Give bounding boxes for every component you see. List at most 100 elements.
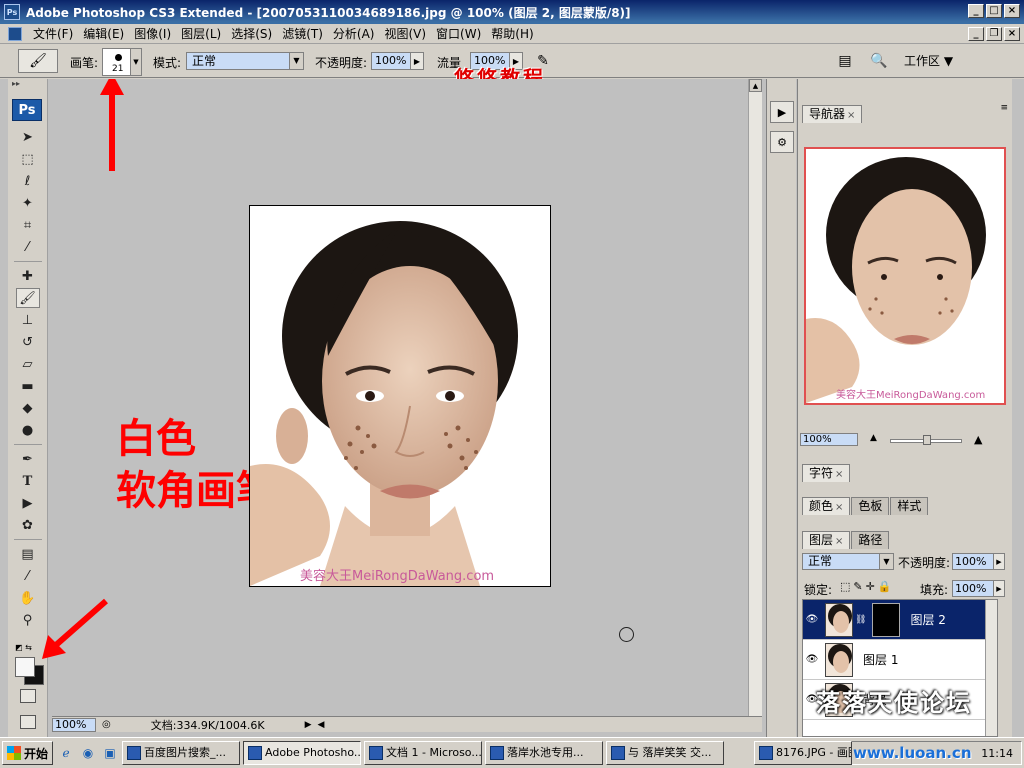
- navigator-zoom-field[interactable]: 100%: [800, 433, 858, 446]
- play-actions-icon[interactable]: ▶: [770, 101, 794, 123]
- mode-select[interactable]: 正常 ▼: [186, 52, 304, 70]
- link-icon[interactable]: ⛓: [855, 615, 866, 625]
- lock-icons: ⬚✎✛🔒: [840, 580, 895, 593]
- brush-picker[interactable]: 21 ▼: [102, 48, 142, 76]
- navigator-thumbnail[interactable]: 美容大王MeiRongDaWang.com: [804, 147, 1006, 405]
- menu-layer[interactable]: 图层(L): [176, 25, 226, 42]
- document-size: 文档:334.9K/1004.6K: [150, 718, 265, 732]
- tab-styles[interactable]: 样式: [890, 497, 929, 515]
- menu-help[interactable]: 帮助(H): [486, 25, 538, 42]
- chat-icon: [490, 746, 505, 760]
- menu-view[interactable]: 视图(V): [379, 25, 431, 42]
- menu-window[interactable]: 窗口(W): [431, 25, 486, 42]
- blend-mode-select[interactable]: 正常 ▼: [802, 553, 894, 570]
- tab-swatches[interactable]: 色板: [851, 497, 890, 515]
- document-icon[interactable]: [8, 26, 22, 41]
- zoom-in-icon[interactable]: ▲: [974, 433, 982, 446]
- blend-mode-value: 正常: [808, 554, 833, 568]
- windows-logo-icon: [7, 746, 21, 760]
- palette-well-icon[interactable]: ▤: [834, 50, 856, 72]
- status-menu-button[interactable]: ▶: [305, 720, 312, 730]
- close-icon[interactable]: ×: [835, 469, 843, 480]
- opacity-field[interactable]: 100%: [371, 52, 411, 70]
- fill-slider-button[interactable]: ▶: [993, 580, 1005, 597]
- tab-paths[interactable]: 路径: [851, 531, 890, 549]
- minimize-button[interactable]: _: [968, 4, 984, 18]
- chat-icon: [611, 746, 626, 760]
- bridge-search-icon[interactable]: 🔍: [868, 50, 890, 72]
- doc-restore-button[interactable]: ❐: [986, 27, 1002, 41]
- portrait-photo: [250, 221, 518, 586]
- task-button-baidu[interactable]: 百度图片搜索_...: [122, 741, 241, 765]
- lock-all-icon[interactable]: 🔒: [878, 580, 895, 593]
- brush-tool-icon: 🖌: [29, 53, 47, 69]
- doc-minimize-button[interactable]: _: [968, 27, 984, 41]
- menu-analysis[interactable]: 分析(A): [328, 25, 380, 42]
- slider-knob[interactable]: [923, 435, 931, 445]
- menu-image[interactable]: 图像(I): [129, 25, 176, 42]
- navigator-watermark: 美容大王MeiRongDaWang.com: [836, 390, 986, 401]
- scroll-up-icon[interactable]: ▲: [749, 79, 762, 92]
- eye-icon[interactable]: 👁: [803, 614, 821, 625]
- opacity-slider-button[interactable]: ▶: [410, 52, 424, 70]
- layer-row[interactable]: 👁 ⛓ 图层 2: [803, 600, 997, 640]
- menu-edit[interactable]: 编辑(E): [78, 25, 129, 42]
- menu-filter[interactable]: 滤镜(T): [277, 25, 328, 42]
- doc-close-button[interactable]: ×: [1004, 27, 1020, 41]
- layer-opacity-slider-button[interactable]: ▶: [993, 553, 1005, 570]
- lock-transparency-icon[interactable]: ⬚: [840, 580, 853, 593]
- site-url-watermark: www.luoan.cn: [853, 744, 972, 762]
- zoom-field[interactable]: 100%: [52, 717, 96, 732]
- lock-pixels-icon[interactable]: ✎: [853, 580, 865, 593]
- task-button-conversation[interactable]: 与 落岸笑笑 交...: [606, 741, 725, 765]
- fill-label: 填充:: [920, 583, 949, 597]
- chevron-down-icon[interactable]: ▼: [130, 49, 141, 75]
- task-label: 文档 1 - Microso...: [386, 746, 482, 759]
- panel-menu-icon[interactable]: ≡: [1000, 103, 1008, 113]
- workspace: ▸▸ Ps ➤ ⬚ ℓ ✦ ⌗ ⁄ ✚ 🖌 ⊥ ↺ ▱ ▬ ◆ ● ✒ T ▶ …: [0, 79, 1024, 737]
- color-tab-row: 颜色 × 色板 样式: [798, 493, 1013, 515]
- task-button-paint[interactable]: 8176.JPG - 画图: [754, 741, 852, 765]
- task-button-photoshop[interactable]: Adobe Photosho...: [243, 741, 362, 765]
- screen-mode-button[interactable]: [20, 715, 36, 729]
- layer-opacity-field[interactable]: 100%: [952, 553, 994, 570]
- tab-color[interactable]: 颜色 ×: [802, 497, 851, 515]
- navigator-zoom-slider[interactable]: [890, 435, 962, 445]
- foreground-color-swatch[interactable]: [15, 657, 35, 677]
- maximize-button[interactable]: □: [986, 4, 1002, 18]
- task-button-chat[interactable]: 落岸水池专用...: [485, 741, 604, 765]
- internet-explorer-icon[interactable]: ℯ: [57, 744, 75, 762]
- zoom-out-icon[interactable]: ▲: [870, 433, 877, 443]
- scroll-left-icon[interactable]: ◀: [317, 720, 324, 730]
- task-label: 8176.JPG - 画图: [776, 746, 852, 759]
- close-icon[interactable]: ×: [835, 502, 843, 513]
- zoom-options-icon[interactable]: ◎: [102, 719, 111, 730]
- menu-select[interactable]: 选择(S): [226, 25, 277, 42]
- document-canvas[interactable]: 美容大王MeiRongDaWang.com: [249, 205, 551, 587]
- tool-presets-icon[interactable]: ⚙: [770, 131, 794, 153]
- close-button[interactable]: ×: [1004, 4, 1020, 18]
- menu-file[interactable]: 文件(F): [28, 25, 78, 42]
- lock-position-icon[interactable]: ✛: [866, 580, 878, 593]
- start-button[interactable]: 开始: [2, 741, 54, 765]
- quick-mask-button[interactable]: [20, 689, 36, 703]
- close-icon[interactable]: ×: [835, 536, 843, 547]
- eye-icon[interactable]: 👁: [803, 654, 821, 665]
- layer-list-scrollbar[interactable]: [985, 600, 997, 736]
- tool-preset-picker[interactable]: 🖌: [18, 49, 58, 73]
- close-icon[interactable]: ×: [847, 110, 855, 121]
- layer-thumbnail: [825, 602, 853, 637]
- media-player-icon[interactable]: ◉: [79, 744, 97, 762]
- tab-navigator[interactable]: 导航器 ×: [802, 105, 863, 123]
- layer-mask-thumbnail[interactable]: [872, 602, 901, 637]
- task-button-word[interactable]: 文档 1 - Microso...: [364, 741, 483, 765]
- document-vertical-scrollbar[interactable]: ▲: [748, 79, 762, 716]
- tab-layers[interactable]: 图层 ×: [802, 531, 851, 549]
- layer-name: 图层 2: [910, 613, 946, 627]
- show-desktop-icon[interactable]: ▣: [101, 744, 119, 762]
- fill-field[interactable]: 100%: [952, 580, 994, 597]
- layer-row[interactable]: 👁 图层 1: [803, 640, 997, 680]
- tab-character[interactable]: 字符 ×: [802, 464, 851, 482]
- workspace-menu-button[interactable]: 工作区 ▼: [904, 52, 953, 69]
- taskbar: 开始 ℯ ◉ ▣ 百度图片搜索_... Adobe Photosho... 文档…: [0, 737, 1024, 768]
